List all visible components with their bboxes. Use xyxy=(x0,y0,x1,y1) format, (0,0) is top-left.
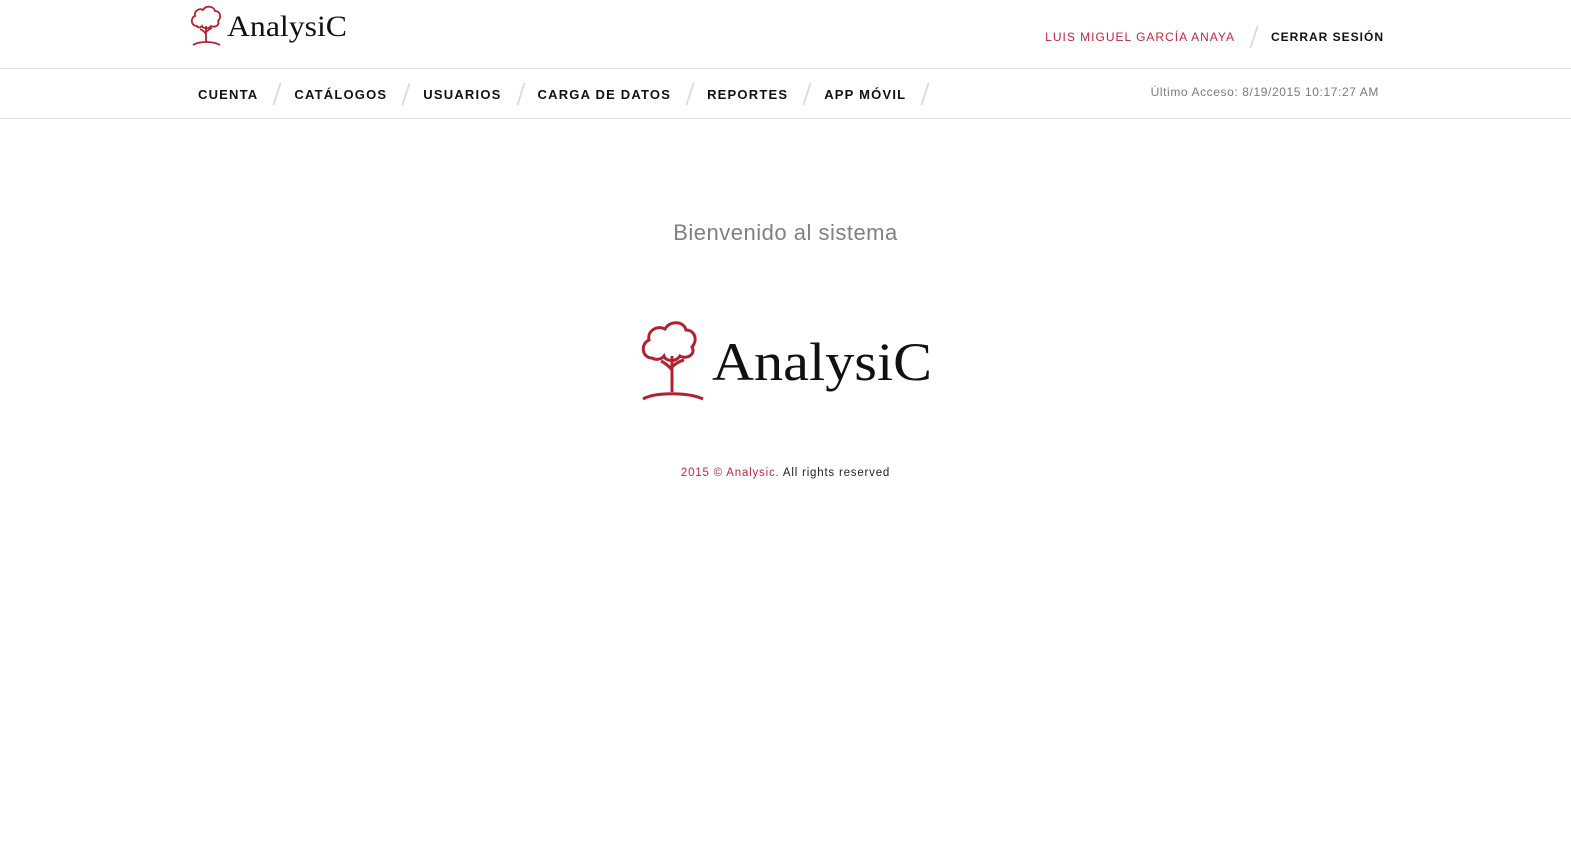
tree-icon xyxy=(190,5,222,46)
nav-item-reportes: REPORTES xyxy=(707,83,824,105)
footer-copyright: 2015 © Analysic. xyxy=(680,467,780,479)
welcome-heading: Bienvenido al sistema xyxy=(673,220,898,245)
nav-divider xyxy=(685,83,695,105)
nav-link-carga-de-datos[interactable]: CARGA DE DATOS xyxy=(538,87,672,102)
nav-divider xyxy=(272,83,282,105)
main-logo-text: AnalysiC xyxy=(712,332,932,392)
logout-button[interactable]: CERRAR SESIÓN xyxy=(1271,30,1384,44)
nav-link-usuarios[interactable]: USUARIOS xyxy=(423,87,501,102)
footer-rights: All rights reserved xyxy=(782,467,891,479)
nav-link-catalogos[interactable]: CATÁLOGOS xyxy=(294,87,387,102)
user-area: LUIS MIGUEL GARCÍA ANAYA CERRAR SESIÓN xyxy=(1045,24,1384,50)
main-logo: AnalysiC xyxy=(638,318,938,406)
nav-divider xyxy=(401,83,411,105)
nav-item-app-movil: APP MÓVIL xyxy=(824,83,942,105)
header-logo-text: AnalysiC xyxy=(227,10,347,43)
main-nav: CUENTA CATÁLOGOS USUARIOS CARGA DE DATOS… xyxy=(0,69,1571,119)
nav-list: CUENTA CATÁLOGOS USUARIOS CARGA DE DATOS… xyxy=(198,81,942,107)
nav-link-reportes[interactable]: REPORTES xyxy=(707,87,788,102)
nav-divider xyxy=(802,83,812,105)
divider xyxy=(1249,26,1259,48)
nav-link-cuenta[interactable]: CUENTA xyxy=(198,87,258,102)
footer: 2015 © Analysic. All rights reserved xyxy=(0,467,1571,479)
header-logo[interactable]: AnalysiC xyxy=(187,4,352,50)
nav-item-carga-de-datos: CARGA DE DATOS xyxy=(538,83,708,105)
nav-item-catalogos: CATÁLOGOS xyxy=(294,83,423,105)
tree-icon xyxy=(641,321,704,401)
top-header: AnalysiC LUIS MIGUEL GARCÍA ANAYA CERRAR… xyxy=(0,0,1571,69)
nav-divider xyxy=(515,83,526,105)
last-access-text: Último Acceso: 8/19/2015 10:17:27 AM xyxy=(1150,85,1379,99)
nav-item-cuenta: CUENTA xyxy=(198,83,294,105)
nav-link-app-movil[interactable]: APP MÓVIL xyxy=(824,87,906,102)
nav-divider xyxy=(920,83,930,105)
nav-item-usuarios: USUARIOS xyxy=(423,83,537,105)
user-name-link[interactable]: LUIS MIGUEL GARCÍA ANAYA xyxy=(1045,30,1235,44)
